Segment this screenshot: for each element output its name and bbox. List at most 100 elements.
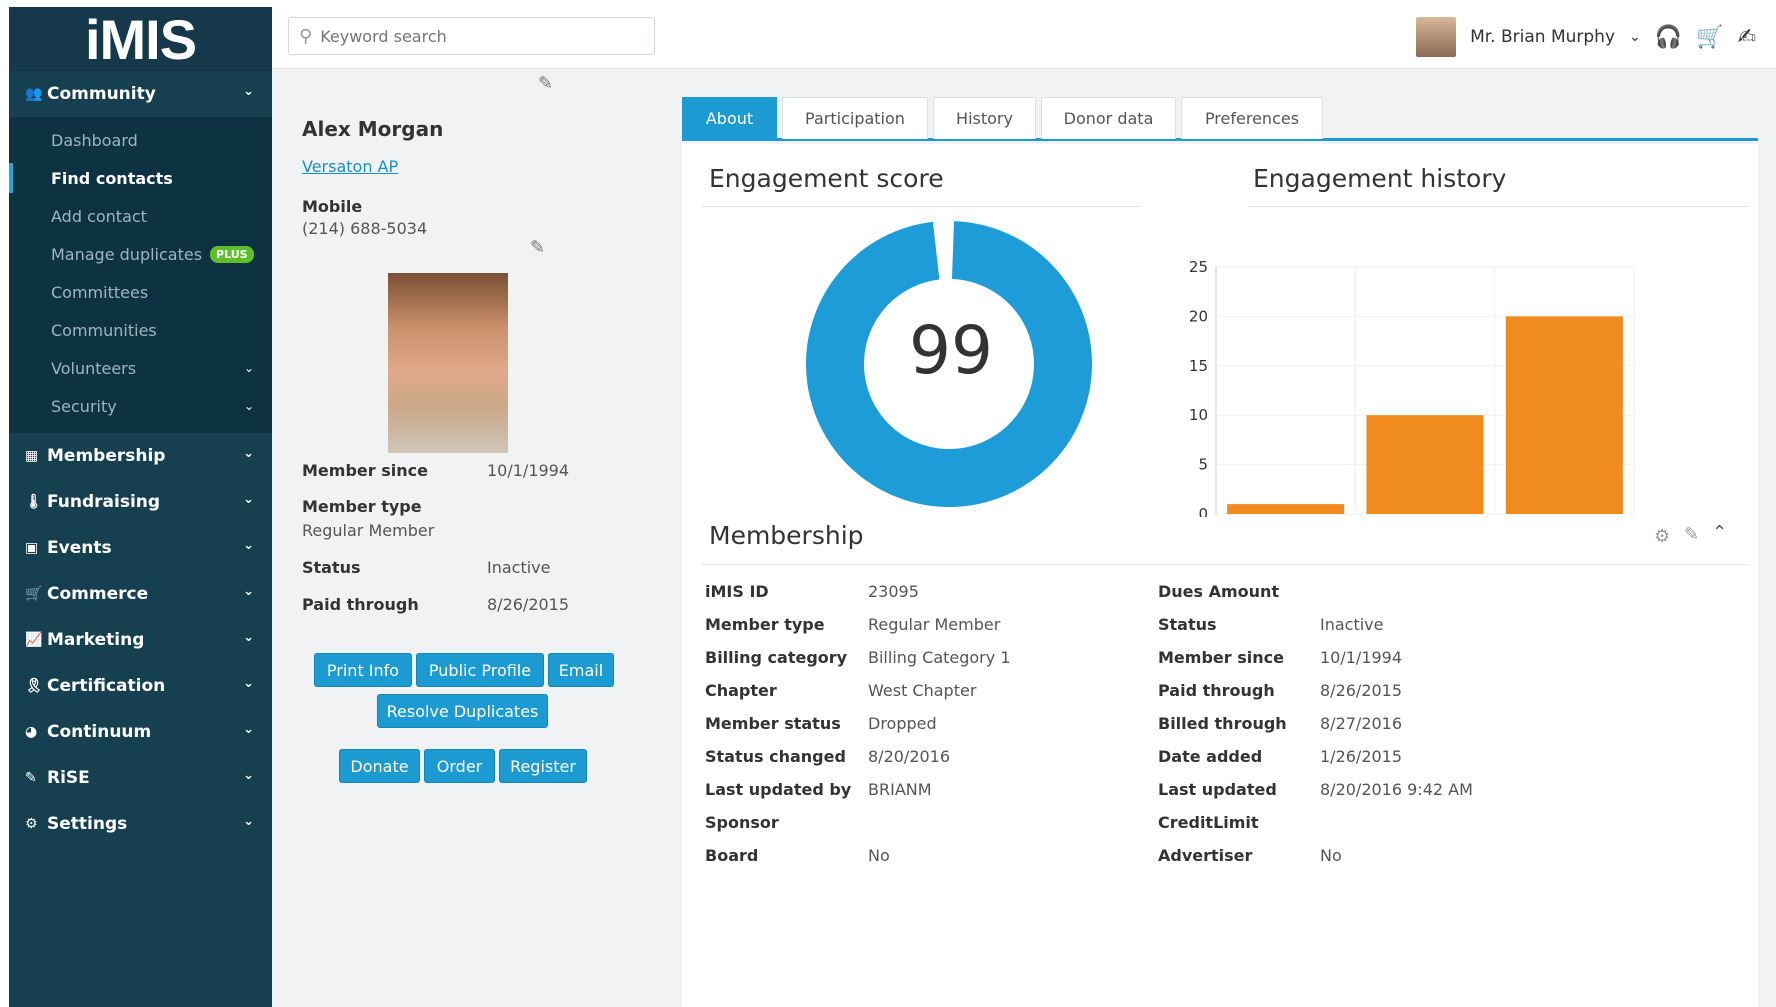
sidebar-item-dashboard[interactable]: Dashboard (9, 121, 272, 159)
chevron-down-icon[interactable]: ⌄ (1629, 29, 1641, 45)
sidebar-item-label: Security (51, 396, 117, 416)
membership-field-label: Date added (1158, 747, 1263, 766)
search-input[interactable] (320, 26, 641, 46)
calendar-icon: ▣ (25, 540, 39, 556)
nav-settings[interactable]: ⚙ Settings ⌄ (9, 801, 272, 847)
membership-icon: ▦ (25, 448, 39, 464)
engagement-history-chart: 0510152025201420152016 (1189, 258, 1635, 517)
nav-marketing[interactable]: 📈 Marketing ⌄ (9, 617, 272, 663)
search-icon: ⚲ (299, 25, 313, 47)
nav-label: Fundraising (47, 492, 161, 512)
divider (1248, 206, 1748, 207)
collapse-icon[interactable]: ⌃ (1712, 522, 1727, 543)
order-button[interactable]: Order (424, 749, 495, 783)
gear-icon[interactable]: ⚙ (1654, 526, 1670, 547)
membership-field-label: Advertiser (1158, 846, 1253, 865)
tab-about[interactable]: About (682, 97, 777, 139)
sidebar-item-security[interactable]: Security ⌄ (9, 387, 272, 425)
y-tick-label: 15 (1189, 357, 1208, 375)
donate-button[interactable]: Donate (339, 749, 420, 783)
tab-history[interactable]: History (933, 97, 1036, 139)
nav-label: Marketing (47, 630, 145, 650)
nav-label: Continuum (47, 722, 152, 742)
membership-field-value: 8/20/2016 (868, 747, 951, 766)
headset-icon[interactable]: 🎧 (1655, 25, 1682, 50)
sidebar-item-label: Committees (51, 282, 149, 302)
membership-field-label: CreditLimit (1158, 813, 1259, 832)
sidebar-item-volunteers[interactable]: Volunteers ⌄ (9, 349, 272, 387)
nav-continuum[interactable]: ◕ Continuum ⌄ (9, 709, 272, 755)
tab-preferences[interactable]: Preferences (1181, 97, 1323, 139)
y-tick-label: 10 (1189, 406, 1208, 424)
community-subnav: Dashboard Find contacts Add contact Mana… (9, 117, 272, 433)
email-button[interactable]: Email (548, 653, 614, 687)
imis-logo[interactable]: iMIS (9, 7, 272, 71)
membership-field-value: Dropped (868, 714, 937, 733)
sidebar-item-communities[interactable]: Communities (9, 311, 272, 349)
membership-field-label: Paid through (1158, 681, 1275, 700)
chevron-down-icon: ⌄ (243, 814, 254, 829)
membership-field-value: Regular Member (868, 615, 1001, 634)
print-info-button[interactable]: Print Info (314, 653, 412, 687)
bar (1366, 415, 1484, 514)
chevron-down-icon: ⌄ (243, 492, 254, 507)
avatar[interactable] (1416, 17, 1457, 57)
y-tick-label: 5 (1198, 456, 1208, 474)
divider (702, 206, 1142, 207)
resolve-duplicates-button[interactable]: Resolve Duplicates (377, 694, 548, 728)
membership-field-label: Status (1158, 615, 1217, 634)
public-profile-button[interactable]: Public Profile (416, 653, 544, 687)
sidebar-item-find-contacts[interactable]: Find contacts (9, 159, 272, 197)
membership-field-value: 10/1/1994 (1320, 648, 1403, 667)
sidebar: iMIS 👥 Community ⌄ Dashboard Find contac… (9, 7, 272, 1007)
nav-certification[interactable]: 🎗 Certification ⌄ (9, 663, 272, 709)
membership-field-value: No (1320, 846, 1342, 865)
y-tick-label: 0 (1198, 505, 1208, 517)
chevron-down-icon: ⌄ (243, 446, 254, 461)
contact-name: Alex Morgan (302, 117, 444, 141)
field-value: Inactive (487, 558, 551, 577)
membership-field-value: 8/26/2015 (1320, 681, 1403, 700)
nav-membership[interactable]: ▦ Membership ⌄ (9, 433, 272, 479)
engagement-history-title: Engagement history (1253, 164, 1507, 193)
tab-participation[interactable]: Participation (782, 97, 928, 139)
pencil-icon[interactable]: ✎ (530, 237, 545, 258)
sidebar-item-label: Volunteers (51, 358, 137, 378)
contact-org-link[interactable]: Versaton AP (302, 157, 398, 176)
field-label: Paid through (302, 595, 419, 614)
sidebar-item-label: Dashboard (51, 130, 138, 150)
nav-label: Commerce (47, 584, 149, 604)
user-menu[interactable]: Mr. Brian Murphy (1470, 27, 1615, 47)
sidebar-item-manage-duplicates[interactable]: Manage duplicates PLUS (9, 235, 272, 273)
cart-icon[interactable]: 🛒 (1696, 25, 1723, 50)
nav-commerce[interactable]: 🛒 Commerce ⌄ (9, 571, 272, 617)
search-box[interactable]: ⚲ (288, 17, 655, 55)
chevron-down-icon: ⌄ (243, 676, 254, 691)
register-button[interactable]: Register (499, 749, 587, 783)
nav-label: RiSE (47, 768, 90, 788)
chevron-down-icon: ⌄ (243, 768, 254, 783)
pencil-icon[interactable]: ✎ (1684, 524, 1699, 545)
tab-donor-data[interactable]: Donor data (1041, 97, 1176, 139)
nav-rise[interactable]: ✎ RiSE ⌄ (9, 755, 272, 801)
membership-field-value: 23095 (868, 582, 919, 601)
membership-field-label: Billing category (705, 648, 848, 667)
membership-field-label: Chapter (705, 681, 777, 700)
membership-field-label: Sponsor (705, 813, 779, 832)
bar (1227, 504, 1345, 514)
engagement-score-value: 99 (909, 312, 993, 389)
about-panel: Engagement score 99 Engagement history 0… (682, 144, 1758, 1007)
field-label: Member type (302, 497, 422, 516)
pencil-icon[interactable]: ✎ (538, 73, 553, 94)
nav-label: Certification (47, 676, 166, 696)
nav-fundraising[interactable]: 🌡 Fundraising ⌄ (9, 479, 272, 525)
plus-badge: PLUS (210, 245, 254, 263)
sidebar-item-add-contact[interactable]: Add contact (9, 197, 272, 235)
chart-icon: 📈 (25, 632, 43, 648)
gear-icon: ⚙ (25, 816, 38, 832)
membership-field-value: 8/27/2016 (1320, 714, 1403, 733)
compose-icon[interactable]: ✍ (1738, 25, 1756, 50)
nav-community[interactable]: 👥 Community ⌄ (9, 71, 272, 117)
sidebar-item-committees[interactable]: Committees (9, 273, 272, 311)
nav-events[interactable]: ▣ Events ⌄ (9, 525, 272, 571)
